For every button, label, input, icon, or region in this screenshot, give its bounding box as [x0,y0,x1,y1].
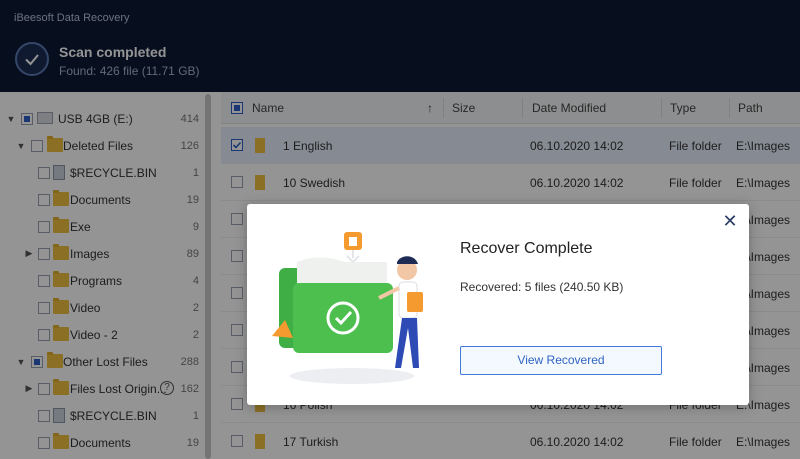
recovery-illustration [267,228,437,388]
view-recovered-button[interactable]: View Recovered [460,346,662,375]
close-icon[interactable]: ✕ [721,212,739,230]
recover-complete-dialog: ✕ Recover Complete Recovered: 5 files (2… [247,204,749,405]
dialog-message: Recovered: 5 files (240.50 KB) [460,280,624,294]
dialog-title: Recover Complete [460,240,593,257]
